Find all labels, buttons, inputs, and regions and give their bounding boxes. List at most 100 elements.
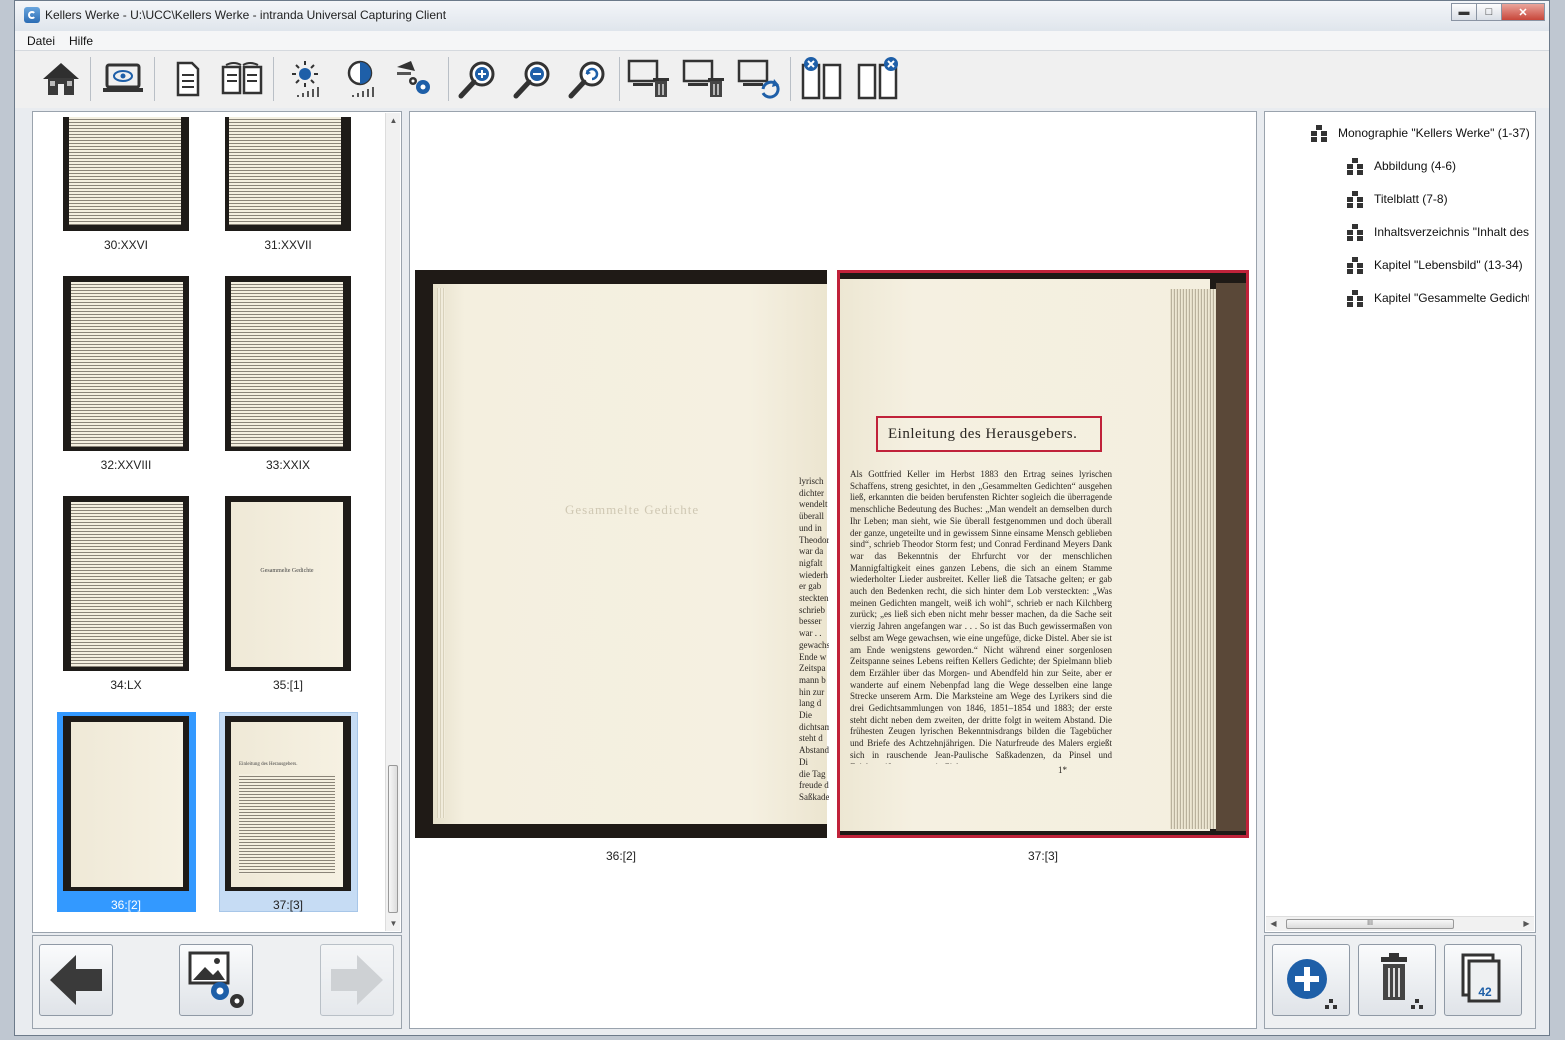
page-image-right[interactable]: Einleitung des Herausgebers. Als Gottfri… xyxy=(837,270,1249,838)
thumbnail-32[interactable] xyxy=(63,276,189,451)
menu-datei[interactable]: Datei xyxy=(27,34,55,48)
tree-item-titelblatt[interactable]: Titelblatt (7-8) xyxy=(1346,190,1448,208)
image-settings-button[interactable] xyxy=(179,944,253,1016)
rotate-icon[interactable] xyxy=(737,57,781,101)
window-controls: ▬ □ ✕ xyxy=(1451,3,1545,21)
thumbnail-label: 36:[2] xyxy=(110,898,142,912)
thumbnail-35[interactable]: Gesammelte Gedichte xyxy=(225,496,351,671)
zoom-in-icon[interactable] xyxy=(456,57,500,101)
left-edge-line: Die xyxy=(799,710,812,721)
single-page-icon[interactable] xyxy=(165,57,209,101)
left-edge-line: schrieb xyxy=(799,604,825,615)
pages-count-icon xyxy=(1461,953,1501,1003)
tree-item-label: Titelblatt (7-8) xyxy=(1374,192,1448,206)
structure-node-icon xyxy=(1347,191,1363,208)
left-edge-line: lyrisch xyxy=(799,476,824,486)
page-image-left[interactable]: Gesammelte Gedichte lyrisch dichter wendel… xyxy=(415,270,829,838)
remove-right-page-icon[interactable] xyxy=(855,57,899,101)
left-page-label: 36:[2] xyxy=(605,849,637,863)
thumbnail-scrollbar[interactable]: ▲ ▼ xyxy=(385,113,400,931)
maximize-button[interactable]: □ xyxy=(1476,3,1502,21)
arrow-left-icon xyxy=(50,955,102,1005)
toolbar-separator xyxy=(619,57,620,101)
scroll-up-icon[interactable]: ▲ xyxy=(386,113,401,128)
preview-icon[interactable] xyxy=(101,57,145,101)
left-edge-line: Saßkade xyxy=(799,791,829,802)
tree-item-lebensbild[interactable]: Kapitel "Lebensbild" (13-34) xyxy=(1346,256,1523,274)
home-icon[interactable] xyxy=(39,57,83,101)
left-edge-line: gewachs xyxy=(799,639,829,650)
zoom-reset-icon[interactable] xyxy=(566,57,610,101)
next-button[interactable] xyxy=(320,944,394,1016)
add-structure-button[interactable] xyxy=(1272,944,1350,1016)
left-edge-line: mann b xyxy=(799,674,826,685)
thumbnail-34[interactable] xyxy=(63,496,189,671)
left-edge-line: wiederh xyxy=(799,569,828,580)
delete-structure-button[interactable] xyxy=(1358,944,1436,1016)
scroll-down-icon[interactable]: ▼ xyxy=(386,916,401,931)
double-page-icon[interactable] xyxy=(220,57,264,101)
left-edge-line: war . . xyxy=(799,628,822,639)
right-page-body: Als Gottfried Keller im Herbst 1883 den … xyxy=(850,469,1112,764)
thumbnail-33[interactable] xyxy=(225,276,351,451)
left-edge-line: dichtsam xyxy=(799,721,829,732)
delete-right-image-icon[interactable] xyxy=(682,57,726,101)
window-title: Kellers Werke - U:\UCC\Kellers Werke - i… xyxy=(45,8,447,22)
tree-item-abbildung[interactable]: Abbildung (4-6) xyxy=(1346,157,1456,175)
previous-button[interactable] xyxy=(39,944,113,1016)
thumbnail-31[interactable] xyxy=(225,117,351,231)
remove-left-page-icon[interactable] xyxy=(799,57,843,101)
chapter-heading-highlight[interactable]: Einleitung des Herausgebers. xyxy=(876,416,1102,452)
navigation-bar xyxy=(32,935,402,1029)
zoom-out-icon[interactable] xyxy=(511,57,555,101)
structure-node-icon xyxy=(1347,290,1363,307)
structure-node-icon xyxy=(1347,257,1363,274)
hscrollbar-thumb[interactable]: III xyxy=(1286,919,1454,929)
tree-root[interactable]: Monographie "Kellers Werke" (1-37) xyxy=(1310,124,1530,142)
left-edge-line: dichter xyxy=(799,487,824,498)
thumbnail-37[interactable]: Einleitung des Herausgebers. xyxy=(225,716,351,891)
structure-node-icon xyxy=(1311,125,1327,142)
contrast-icon[interactable] xyxy=(340,57,384,101)
minimize-button[interactable]: ▬ xyxy=(1451,3,1477,21)
tree-hscrollbar[interactable]: ◀ III ▶ xyxy=(1266,916,1534,931)
menu-hilfe[interactable]: Hilfe xyxy=(69,34,93,48)
page-count: 42 xyxy=(1478,985,1492,999)
thumbnail-36[interactable] xyxy=(63,716,189,891)
left-edge-line: Zeitspa xyxy=(799,663,826,674)
scroll-right-icon[interactable]: ▶ xyxy=(1519,917,1534,931)
delete-structure-icon xyxy=(1381,953,1423,1009)
thumbnail-panel: 30:XXVI 31:XXVII 32:XXVIII 33:XXIX 34:LX… xyxy=(32,111,402,933)
thumbnail-inner-text: Gesammelte Gedichte xyxy=(260,568,314,574)
toolbar-separator xyxy=(448,57,449,101)
tree-item-gesammelte-gedichte[interactable]: Kapitel "Gesammelte Gedichte" (35-37) xyxy=(1346,289,1535,307)
tree-root-label: Monographie "Kellers Werke" (1-37) xyxy=(1338,126,1530,140)
thumbnail-label: 35:[1] xyxy=(272,678,304,692)
scroll-left-icon[interactable]: ◀ xyxy=(1266,917,1281,931)
image-settings-icon[interactable] xyxy=(393,57,437,101)
delete-left-image-icon[interactable] xyxy=(627,57,671,101)
left-edge-line: besser xyxy=(799,616,822,627)
left-edge-line: hin zur xyxy=(799,686,825,697)
pages-button[interactable]: 42 xyxy=(1444,944,1522,1016)
thumbnail-inner-text: Einleitung des Herausgebers. xyxy=(239,762,298,767)
scrollbar-thumb[interactable] xyxy=(388,765,398,913)
left-edge-line: wendelt xyxy=(799,499,828,510)
structure-node-icon xyxy=(1347,158,1363,175)
tree-item-label: Kapitel "Lebensbild" (13-34) xyxy=(1374,258,1523,272)
brightness-icon[interactable] xyxy=(285,57,329,101)
tree-item-inhaltsverzeichnis[interactable]: Inhaltsverzeichnis "Inhalt des Buches" (… xyxy=(1346,223,1535,241)
left-edge-line: freude d xyxy=(799,780,829,791)
left-edge-line: steht d xyxy=(799,733,823,744)
left-edge-line: lang d xyxy=(799,698,822,709)
toolbar-separator xyxy=(273,57,274,101)
thumbnail-label: 31:XXVII xyxy=(264,238,312,252)
structure-actions-bar: 42 xyxy=(1264,935,1536,1029)
left-edge-line: und in xyxy=(799,522,822,533)
close-button[interactable]: ✕ xyxy=(1501,3,1545,21)
left-edge-line: steckten xyxy=(799,593,829,604)
title-bar: Kellers Werke - U:\UCC\Kellers Werke - i… xyxy=(15,1,1549,31)
tree-item-label: Kapitel "Gesammelte Gedichte" (35-37) xyxy=(1374,291,1535,305)
thumbnail-30[interactable] xyxy=(63,117,189,231)
thumbnail-label: 30:XXVI xyxy=(103,238,149,252)
